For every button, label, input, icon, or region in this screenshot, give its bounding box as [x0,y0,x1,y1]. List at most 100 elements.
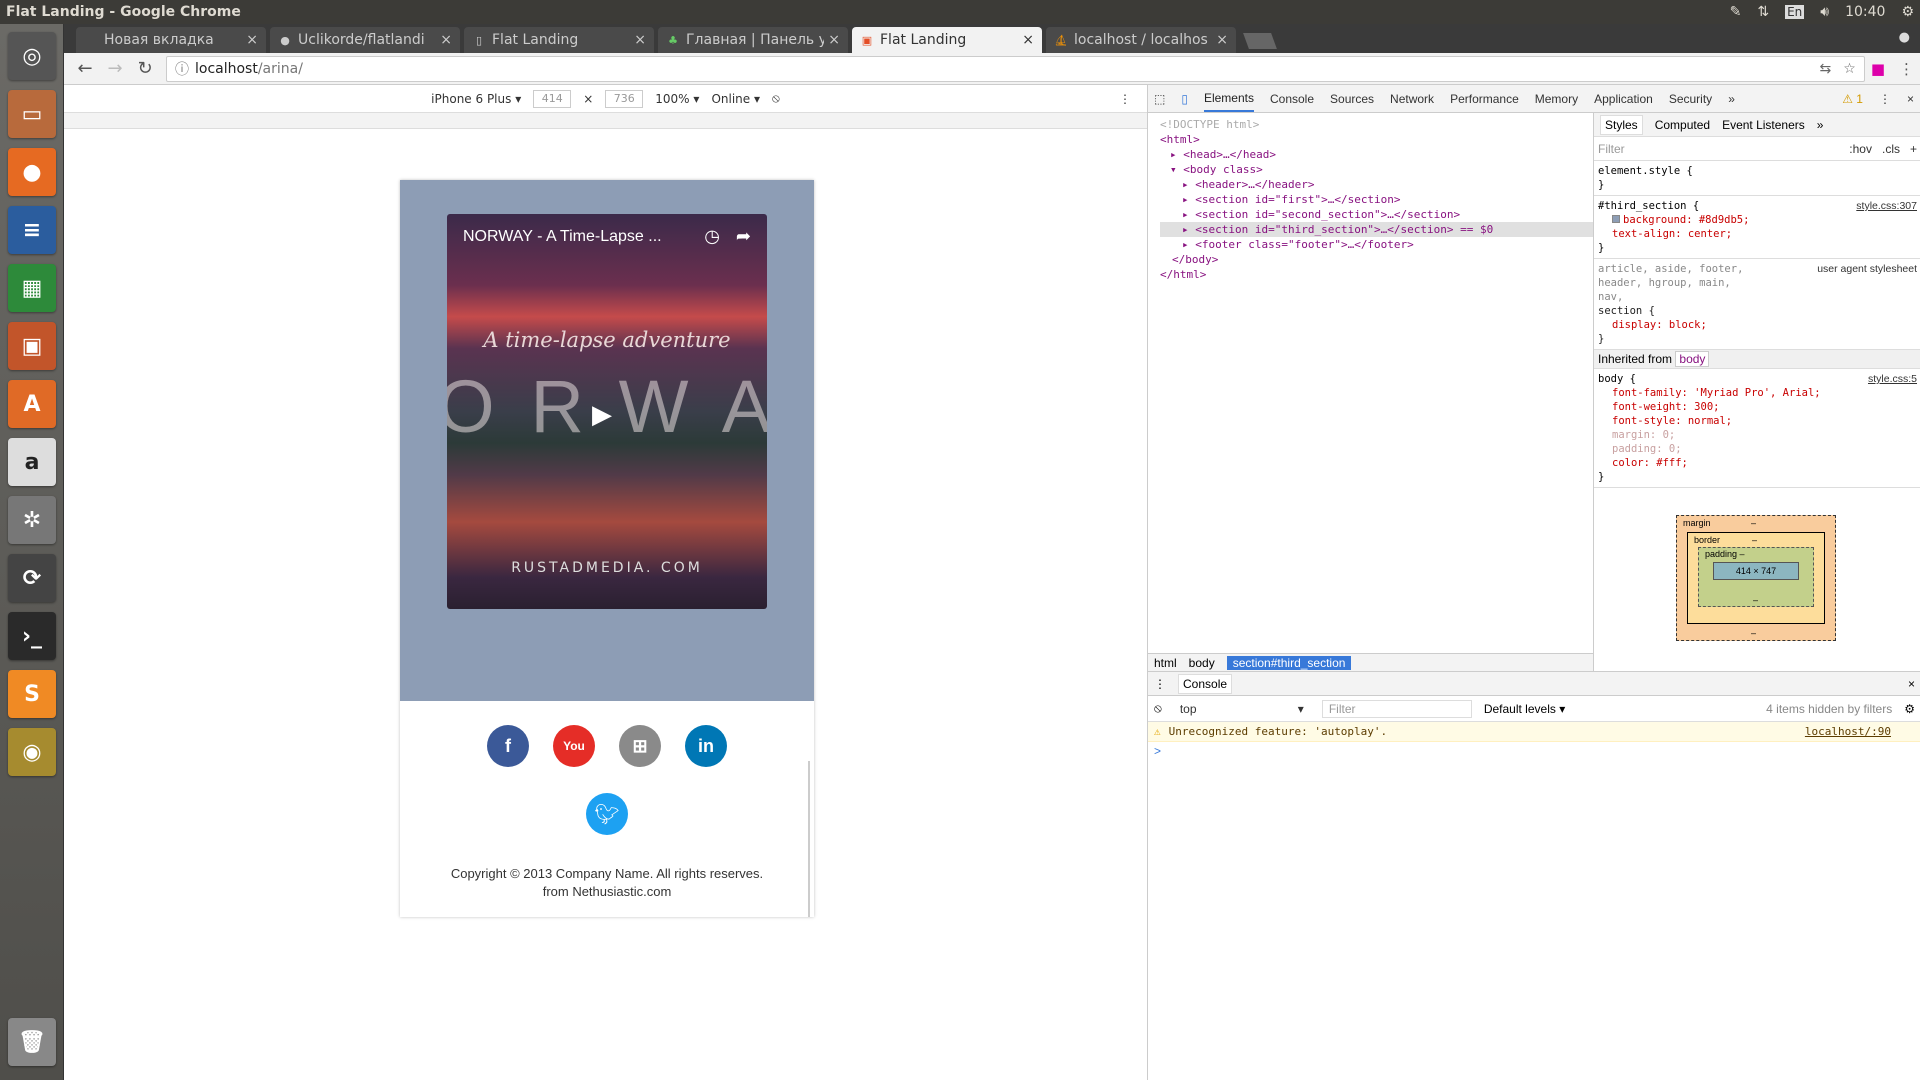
tab-phpmyadmin[interactable]: ⛵︎ localhost / localhos × [1046,27,1236,53]
extension-icon[interactable]: ■ [1871,60,1885,78]
dom-node[interactable]: ▸ <head>…</head> [1160,147,1593,162]
video-title[interactable]: NORWAY - A Time-Lapse ... [463,228,662,246]
profile-icon[interactable]: ● [1899,30,1910,45]
close-icon[interactable]: × [634,32,646,48]
crumb-section[interactable]: section#third_section [1226,655,1352,670]
updater-icon[interactable]: ⟳ [8,554,56,602]
box-border-top[interactable]: – [1752,535,1757,545]
network-icon[interactable]: ⇅ [1757,4,1769,20]
close-icon[interactable]: × [828,32,840,48]
forward-icon[interactable]: → [100,58,130,79]
context-select[interactable]: top ▾ [1174,700,1310,718]
color-swatch[interactable] [1612,215,1620,223]
facebook-icon[interactable]: f [487,725,529,767]
tab-flat-landing-active[interactable]: ▣ Flat Landing × [852,27,1042,53]
twitter-icon[interactable]: 🐦︎ [586,793,628,835]
box-margin-bottom[interactable]: – [1751,628,1756,638]
dom-node[interactable]: </html> [1160,267,1593,282]
chrome-icon[interactable]: ◉ [8,728,56,776]
terminal-icon[interactable]: ›_ [8,612,56,660]
box-content[interactable]: 414 × 747 [1713,562,1799,580]
styles-filter[interactable]: Filter :hov .cls + [1594,137,1920,161]
tab-computed[interactable]: Computed [1655,118,1710,132]
zoom-select[interactable]: 100% ▾ [655,92,699,106]
add-rule-icon[interactable]: + [1910,142,1917,156]
tab-application[interactable]: Application [1594,92,1653,106]
css-property[interactable]: font-family: 'Myriad Pro', Arial; [1598,386,1917,400]
trash-icon[interactable]: 🗑︎ [8,1018,56,1066]
linkedin-icon[interactable]: in [685,725,727,767]
crumb-html[interactable]: html [1154,656,1177,670]
volume-icon[interactable]: 🔊︎ [1820,4,1829,20]
tab-panel[interactable]: ♣ Главная | Панель уп × [658,27,848,53]
tab-event-listeners[interactable]: Event Listeners [1722,118,1805,132]
tab-github[interactable]: ● Uclikorde/flatlandi × [270,27,460,53]
writer-icon[interactable]: ≡ [8,206,56,254]
new-tab-button[interactable] [1243,33,1277,49]
more-icon[interactable]: » [1817,118,1824,132]
inherited-tag[interactable]: body [1675,351,1710,367]
tab-performance[interactable]: Performance [1450,92,1519,106]
css-property[interactable]: background: #8d9db5; [1598,213,1917,227]
menu-icon[interactable]: ⋮ [1899,60,1914,78]
dom-node[interactable]: ▸ <header>…</header> [1160,177,1593,192]
youtube-icon[interactable]: You [553,725,595,767]
rule-element-style[interactable]: element.style {} [1594,161,1920,196]
rule-body[interactable]: style.css:5 body { font-family: 'Myriad … [1594,369,1920,488]
reload-icon[interactable]: ↻ [130,58,160,79]
width-input[interactable]: 414 [533,89,572,108]
dom-node[interactable]: ▸ <section id="first">…</section> [1160,192,1593,207]
height-input[interactable]: 736 [605,89,644,108]
firefox-icon[interactable]: ● [8,148,56,196]
dom-node-selected[interactable]: ▸ <section id="third_section">…</section… [1160,222,1593,237]
more-tabs-icon[interactable]: » [1728,92,1735,106]
dom-node[interactable]: </body> [1160,252,1593,267]
impress-icon[interactable]: ▣ [8,322,56,370]
devtools-close-icon[interactable]: × [1907,92,1914,106]
rule-source-link[interactable]: style.css:307 [1856,199,1917,213]
dom-node[interactable]: <html> [1160,132,1593,147]
box-margin-top[interactable]: – [1751,518,1756,528]
device-menu-icon[interactable]: ⋮ [1119,92,1131,106]
css-property[interactable]: margin: 0; [1598,428,1917,442]
console-tab[interactable]: Console [1178,673,1233,694]
console-prompt[interactable]: > [1148,742,1920,760]
dom-node[interactable]: ▸ <footer class="footer">…</footer> [1160,237,1593,252]
star-icon[interactable]: ☆ [1843,61,1856,77]
info-icon[interactable]: ⓘ [175,59,189,79]
tab-console[interactable]: Console [1270,92,1314,106]
drawer-menu-icon[interactable]: ⋮ [1154,677,1166,691]
device-select[interactable]: iPhone 6 Plus ▾ [431,92,521,106]
css-property[interactable]: text-align: center; [1598,227,1917,241]
files-icon[interactable]: ▭ [8,90,56,138]
tab-network[interactable]: Network [1390,92,1434,106]
rotate-icon[interactable]: ⦸ [772,91,780,106]
warning-counter[interactable]: ⚠ 1 [1842,92,1863,106]
back-icon[interactable]: ← [70,58,100,79]
levels-select[interactable]: Default levels ▾ [1484,702,1565,716]
settings-icon[interactable]: ✲ [8,496,56,544]
console-settings-icon[interactable]: ⚙ [1904,702,1915,716]
clear-console-icon[interactable]: ⦸ [1154,701,1162,716]
flickr-icon[interactable]: ⊞ [619,725,661,767]
close-icon[interactable]: × [1022,32,1034,48]
tab-styles[interactable]: Styles [1600,114,1643,135]
youtube-video[interactable]: NORWAY - A Time-Lapse ... ◷ ➦ A time-laps… [447,214,767,609]
drawer-close-icon[interactable]: × [1908,677,1915,691]
console-filter[interactable]: Filter [1321,699,1472,718]
css-property[interactable]: color: #fff; [1598,456,1917,470]
amazon-icon[interactable]: a [8,438,56,486]
dom-node[interactable]: ▾ <body class> [1160,162,1593,177]
pen-icon[interactable]: ✎ [1730,4,1742,20]
close-icon[interactable]: × [440,32,452,48]
close-icon[interactable]: × [246,32,258,48]
tab-flat-landing-1[interactable]: ▯ Flat Landing × [464,27,654,53]
hov-toggle[interactable]: :hov [1849,142,1872,156]
address-bar[interactable]: ⓘ localhost/arina/ ⇆ ☆ [166,55,1865,82]
media-query-ruler[interactable] [64,113,1147,129]
devtools-menu-icon[interactable]: ⋮ [1879,92,1891,106]
console-warning[interactable]: ⚠ Unrecognized feature: 'autoplay'. loca… [1148,722,1920,742]
css-property[interactable]: font-style: normal; [1598,414,1917,428]
software-center-icon[interactable]: A [8,380,56,428]
sublime-icon[interactable]: S [8,670,56,718]
